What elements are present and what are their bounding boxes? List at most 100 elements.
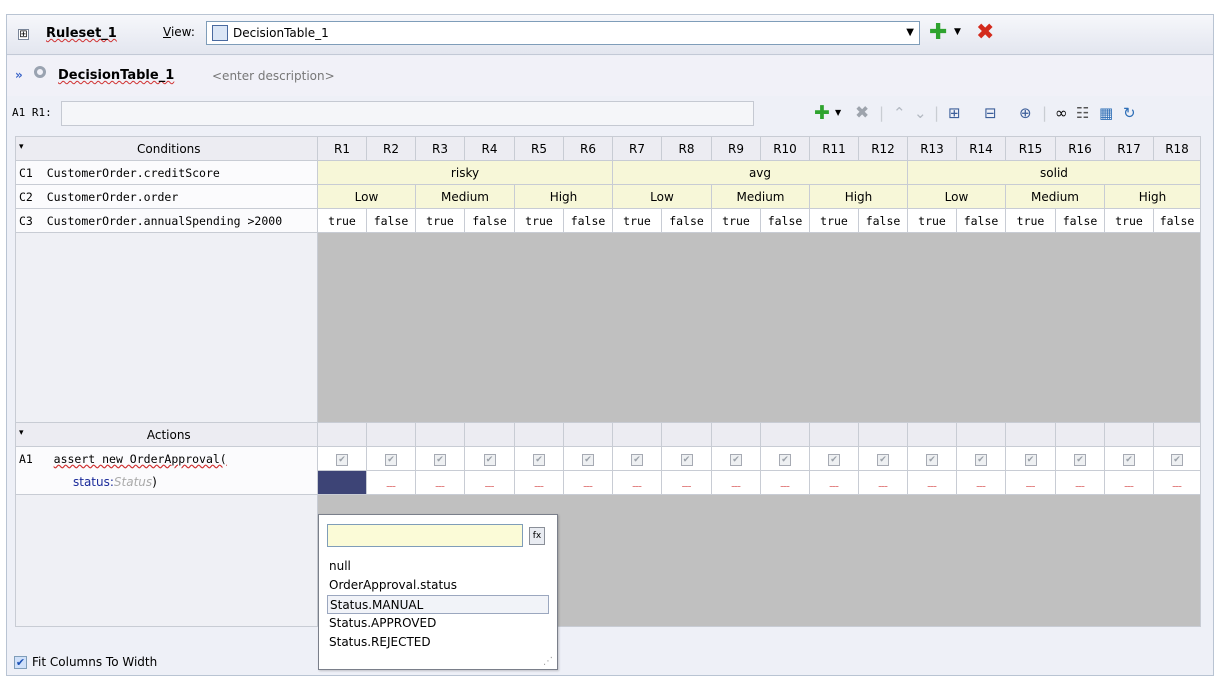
spreadsheet-icon[interactable]: ▦	[1099, 103, 1113, 123]
delete-view-icon[interactable]: ✖	[976, 22, 994, 44]
action-param-cell[interactable]: ﹏	[1055, 470, 1105, 495]
decision-table-name[interactable]: DecisionTable_1	[58, 68, 174, 83]
condition-cell[interactable]: Low	[317, 184, 416, 209]
collapse-conditions-icon[interactable]: ▾	[19, 142, 24, 152]
condition-value-cell[interactable]: true	[612, 208, 662, 233]
condition-value-cell[interactable]: true	[317, 208, 367, 233]
action-param-cell[interactable]: ﹏	[711, 470, 761, 495]
condition-cell[interactable]: Low	[907, 184, 1006, 209]
value-picker-input[interactable]	[327, 524, 523, 547]
resize-grip-icon[interactable]: ⋰	[543, 656, 553, 667]
action-param-cell[interactable]: ﹏	[366, 470, 416, 495]
rule-header[interactable]: R12	[858, 136, 908, 161]
condition-value-cell[interactable]: false	[760, 208, 810, 233]
action-checkbox[interactable]: ✔	[907, 446, 957, 471]
rule-header[interactable]: R18	[1153, 136, 1201, 161]
action-checkbox[interactable]: ✔	[317, 446, 367, 471]
condition-value-cell[interactable]: true	[1005, 208, 1056, 233]
condition-cell[interactable]: High	[1104, 184, 1201, 209]
condition-value-cell[interactable]: false	[464, 208, 515, 233]
action-param-cell[interactable]: ﹏	[612, 470, 662, 495]
action-checkbox[interactable]: ✔	[711, 446, 761, 471]
action-param-cell[interactable]: ﹏	[464, 470, 515, 495]
rule-header[interactable]: R2	[366, 136, 416, 161]
action-checkbox[interactable]: ✔	[809, 446, 859, 471]
binoculars-icon[interactable]: ∞	[1055, 103, 1068, 123]
condition-cell[interactable]: Low	[612, 184, 712, 209]
action-checkbox[interactable]: ✔	[563, 446, 613, 471]
rule-header[interactable]: R11	[809, 136, 859, 161]
action-param-cell[interactable]: ﹏	[415, 470, 465, 495]
actions-header[interactable]: ▾ Actions	[15, 422, 318, 447]
action-checkbox[interactable]: ✔	[956, 446, 1006, 471]
expression-builder-icon[interactable]: fx	[529, 527, 545, 545]
condition-value-cell[interactable]: true	[907, 208, 957, 233]
condition-value-cell[interactable]: false	[1153, 208, 1201, 233]
add-icon[interactable]: ✚	[814, 103, 830, 123]
expand-ruleset-icon[interactable]: ⊞	[18, 29, 29, 40]
search-icon[interactable]	[34, 66, 46, 78]
rule-header[interactable]: R13	[907, 136, 957, 161]
split-table-icon[interactable]: ⊞	[948, 103, 961, 123]
cell-expression-input[interactable]	[61, 101, 754, 126]
action-param-cell[interactable]: ﹏	[661, 470, 712, 495]
action-param-cell[interactable]: ﹏	[858, 470, 908, 495]
action-param-cell[interactable]: ﹏	[563, 470, 613, 495]
condition-cell[interactable]: Medium	[415, 184, 515, 209]
condition-value-cell[interactable]: true	[415, 208, 465, 233]
action-checkbox[interactable]: ✔	[1104, 446, 1154, 471]
move-up-icon[interactable]: ⌃	[893, 103, 906, 123]
merge-table-icon[interactable]: ⊟	[984, 103, 997, 123]
action-param-cell[interactable]: ﹏	[1153, 470, 1201, 495]
add-dropdown-icon[interactable]: ▼	[954, 27, 961, 37]
action-checkbox[interactable]: ✔	[612, 446, 662, 471]
condition-value-cell[interactable]: false	[858, 208, 908, 233]
refresh-icon[interactable]: ↻	[1123, 103, 1136, 123]
rule-header[interactable]: R6	[563, 136, 613, 161]
condition-value-cell[interactable]: false	[366, 208, 416, 233]
action-checkbox[interactable]: ✔	[1005, 446, 1056, 471]
condition-cell[interactable]: High	[809, 184, 908, 209]
condition-value-cell[interactable]: true	[809, 208, 859, 233]
view-select[interactable]: DecisionTable_1 ▼	[206, 21, 920, 45]
action-checkbox[interactable]: ✔	[661, 446, 712, 471]
condition-cell[interactable]: Medium	[711, 184, 810, 209]
action-checkbox[interactable]: ✔	[760, 446, 810, 471]
rule-header[interactable]: R1	[317, 136, 367, 161]
condition-row-label[interactable]: C1 CustomerOrder.creditScore	[15, 160, 318, 185]
condition-cell[interactable]: High	[514, 184, 613, 209]
rule-header[interactable]: R3	[415, 136, 465, 161]
action-param-cell[interactable]: ﹏	[907, 470, 957, 495]
fit-columns-checkbox[interactable]: ✔	[14, 656, 27, 669]
rule-header[interactable]: R9	[711, 136, 761, 161]
description-placeholder[interactable]: <enter description>	[212, 69, 335, 83]
compact-table-icon[interactable]: ☷	[1076, 103, 1089, 123]
condition-value-cell[interactable]: false	[1055, 208, 1105, 233]
condition-value-cell[interactable]: true	[1104, 208, 1154, 233]
collapse-actions-icon[interactable]: ▾	[19, 428, 24, 438]
rule-header[interactable]: R17	[1104, 136, 1154, 161]
action-checkbox[interactable]: ✔	[366, 446, 416, 471]
conditions-header[interactable]: ▾ Conditions	[15, 136, 318, 161]
action-param-cell[interactable]: ﹏	[1104, 470, 1154, 495]
value-option[interactable]: OrderApproval.status	[327, 576, 549, 595]
rule-header[interactable]: R5	[514, 136, 564, 161]
condition-row-label[interactable]: C2 CustomerOrder.order	[15, 184, 318, 209]
condition-cell[interactable]: solid	[907, 160, 1201, 185]
rule-header[interactable]: R14	[956, 136, 1006, 161]
action-param-cell[interactable]: ﹏	[760, 470, 810, 495]
condition-row-label[interactable]: C3 CustomerOrder.annualSpending >2000	[15, 208, 318, 233]
action-checkbox[interactable]: ✔	[858, 446, 908, 471]
condition-cell[interactable]: risky	[317, 160, 613, 185]
dropdown-arrow-icon[interactable]: ▼	[906, 27, 914, 38]
value-option[interactable]: Status.REJECTED	[327, 633, 549, 652]
action-checkbox[interactable]: ✔	[1153, 446, 1201, 471]
rule-header[interactable]: R10	[760, 136, 810, 161]
add-dropdown-icon[interactable]: ▼	[835, 103, 841, 123]
action-param-cell[interactable]: ﹏	[1005, 470, 1056, 495]
condition-value-cell[interactable]: true	[514, 208, 564, 233]
gap-check-icon[interactable]: ⊕	[1019, 103, 1032, 123]
delete-icon[interactable]: ✖	[855, 103, 869, 123]
condition-cell[interactable]: avg	[612, 160, 908, 185]
action-checkbox[interactable]: ✔	[464, 446, 515, 471]
